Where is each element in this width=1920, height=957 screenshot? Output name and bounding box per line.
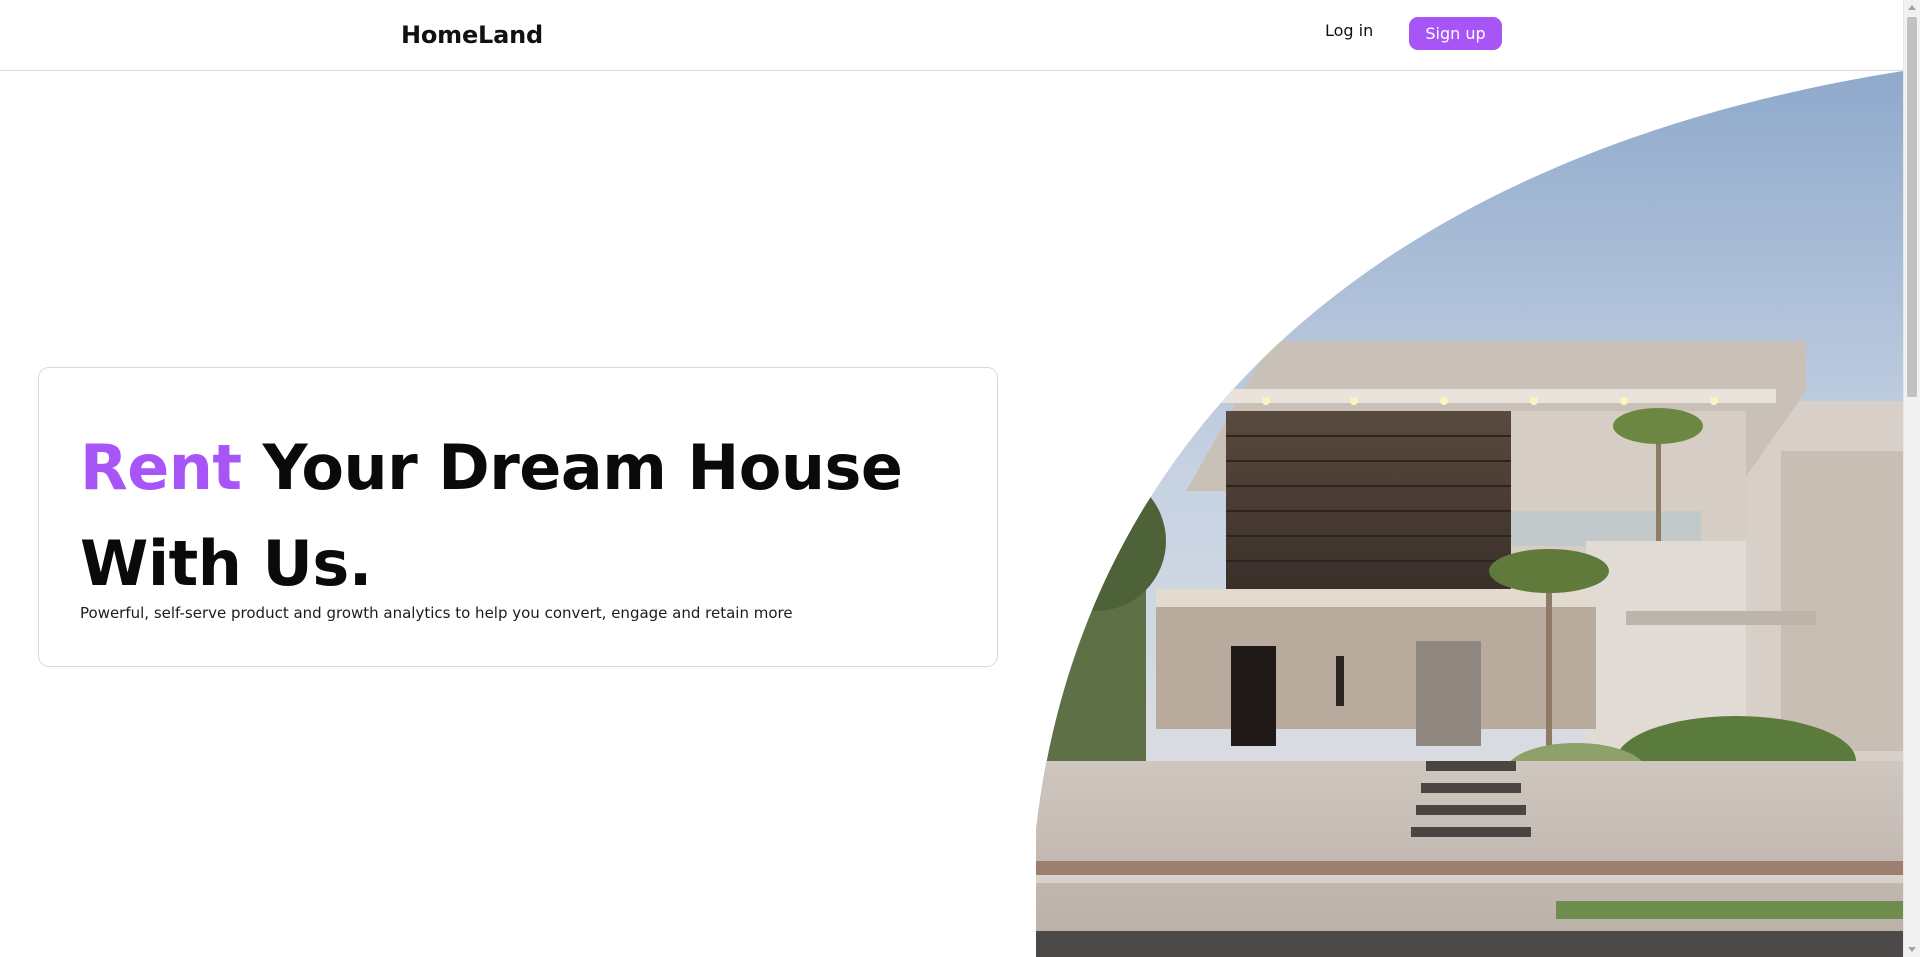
scroll-down-icon[interactable] xyxy=(1908,947,1916,952)
login-link[interactable]: Log in xyxy=(1325,21,1373,40)
signup-button[interactable]: Sign up xyxy=(1409,17,1502,50)
scroll-up-icon[interactable] xyxy=(1908,5,1916,10)
hero-house-image xyxy=(1036,71,1903,957)
house-illustration xyxy=(1036,71,1903,957)
top-nav: HomeLand Log in Sign up xyxy=(0,0,1903,71)
hero-title: Rent Your Dream House With Us. xyxy=(80,420,980,612)
scroll-thumb[interactable] xyxy=(1907,17,1917,397)
page-scrollbar[interactable] xyxy=(1903,0,1920,957)
brand-logo[interactable]: HomeLand xyxy=(401,21,543,49)
hero-title-accent: Rent xyxy=(80,431,242,504)
hero-card: Rent Your Dream House With Us. Powerful,… xyxy=(38,367,998,667)
hero-subtitle: Powerful, self-serve product and growth … xyxy=(80,604,793,622)
